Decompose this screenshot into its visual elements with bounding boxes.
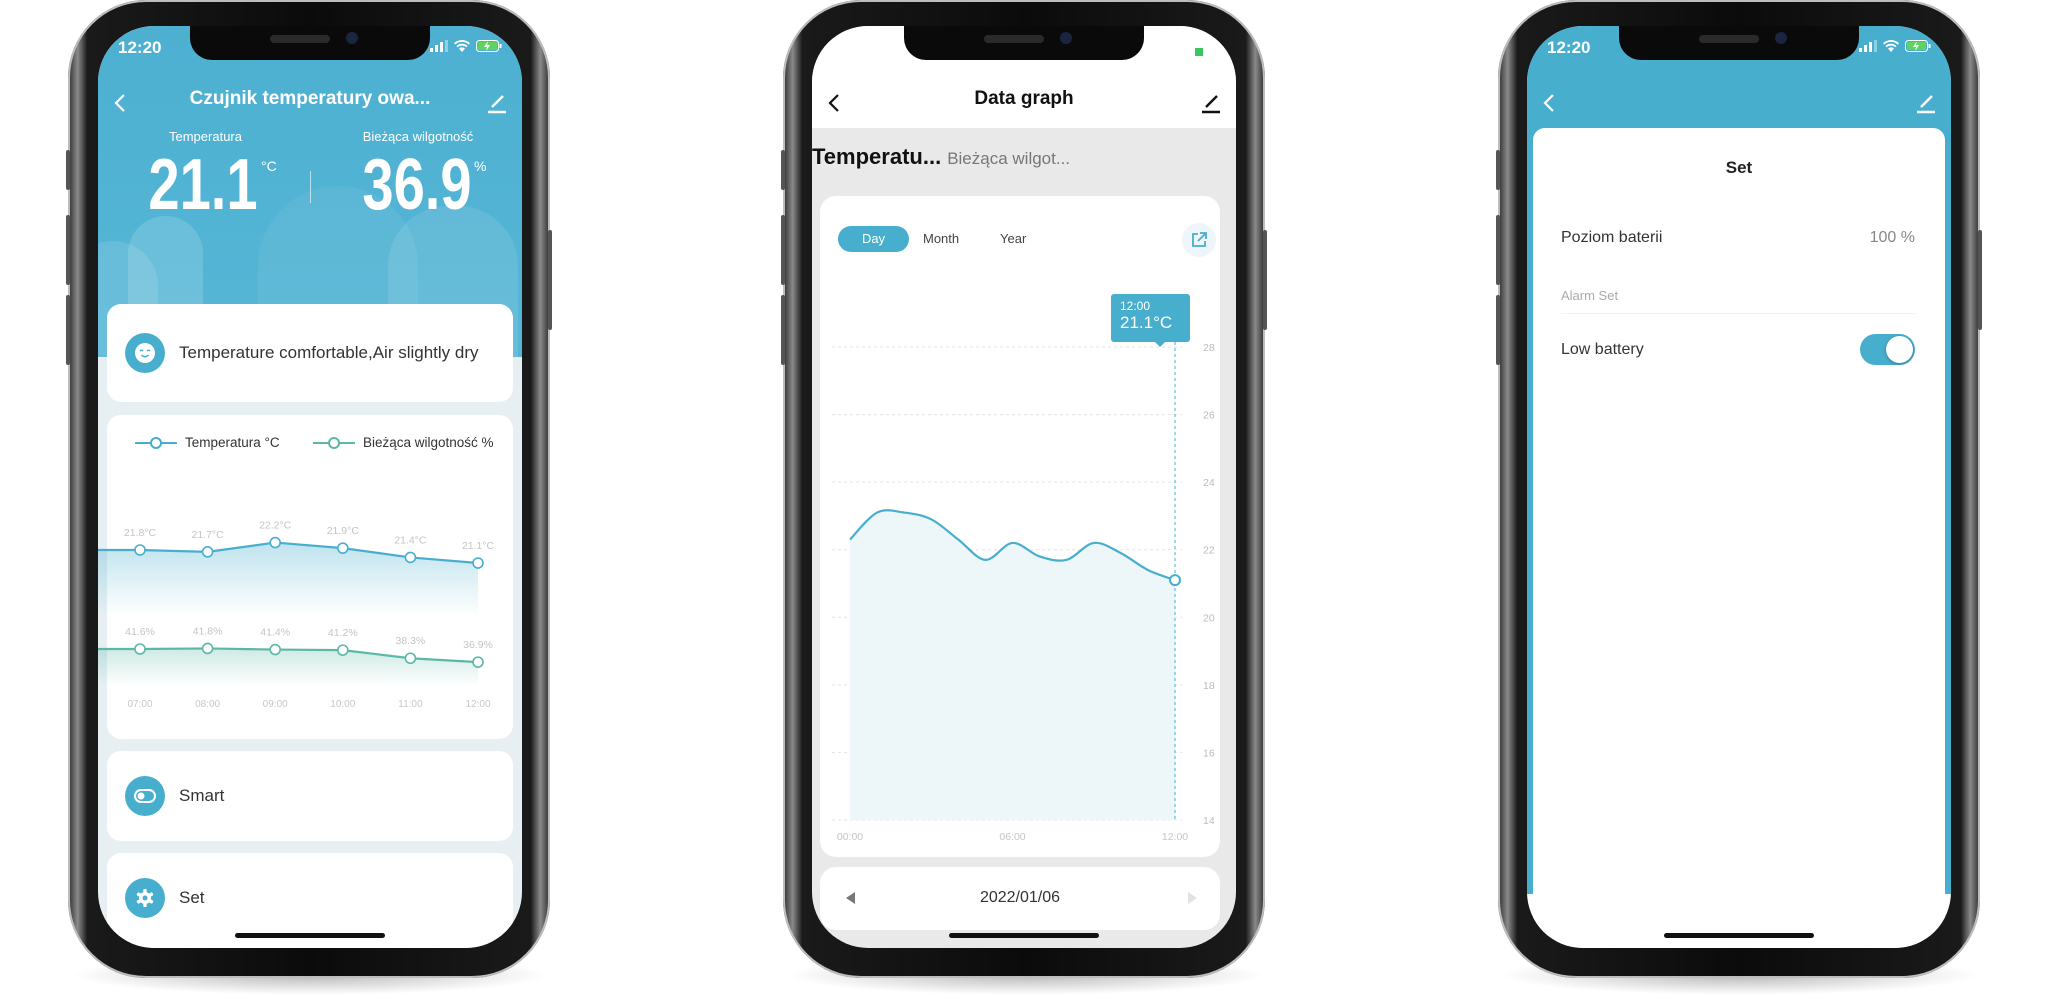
humidity-data-label: 41.8%	[193, 625, 223, 637]
alarm-section-label: Alarm Set	[1561, 288, 1619, 303]
x-tick-label: 12:00	[1162, 831, 1188, 843]
date-navigator: 2022/01/06	[820, 867, 1220, 930]
humidity-point	[134, 643, 146, 655]
y-tick-label: 14	[1203, 815, 1215, 827]
settings-title: Set	[1725, 158, 1753, 177]
humidity-point	[269, 643, 281, 656]
temperature-point	[134, 544, 146, 556]
status-time: 12:20	[118, 38, 162, 57]
temperature-point	[201, 546, 214, 558]
humidity-point	[337, 644, 349, 656]
y-tick-label: 16	[1203, 747, 1215, 759]
signal-icon	[1859, 40, 1877, 52]
temperature-data-label: 21.8°C	[124, 527, 157, 539]
tooltip: 12:00 21.1°C	[1111, 294, 1190, 347]
history-chart: 21.8°C 21.7°C 22.2°C 21.9°C 21.4°C 21.1°C 41.6…	[98, 520, 495, 710]
temperature-data-label: 21.9°C	[327, 525, 360, 537]
x-tick-label: 08:00	[195, 699, 220, 710]
x-tick-label: 06:00	[999, 831, 1025, 843]
x-tick-label: 12:00	[465, 699, 490, 710]
temperature-point	[337, 542, 349, 554]
humidity-data-label: 41.2%	[328, 627, 358, 639]
temperature-point	[404, 551, 417, 564]
y-tick-label: 20	[1203, 612, 1215, 624]
y-tick-label: 22	[1203, 545, 1215, 557]
y-tick-label: 28	[1203, 342, 1215, 354]
menu-smart[interactable]: Smart	[107, 751, 513, 841]
home-indicator	[949, 933, 1099, 938]
humidity-data-label: 38.3%	[396, 635, 426, 647]
wifi-icon	[1883, 40, 1899, 52]
temperature-point	[472, 557, 484, 569]
humidity-point	[472, 656, 484, 668]
gear-icon	[125, 878, 165, 918]
x-tick-label: 11:00	[398, 699, 423, 710]
battery-level-row: Poziom baterii 100 %	[1561, 229, 1915, 247]
home-indicator	[1664, 933, 1814, 938]
temperature-point	[269, 536, 281, 549]
tooltip-value: 21.1°C	[1120, 313, 1173, 332]
tooltip-time: 12:00	[1120, 299, 1151, 313]
temperature-data-label: 21.4°C	[394, 534, 427, 546]
y-tick-label: 26	[1203, 410, 1215, 422]
humidity-data-label: 41.4%	[260, 627, 290, 639]
battery-charging-icon	[476, 40, 502, 52]
back-icon[interactable]	[1537, 90, 1563, 116]
low-battery-toggle[interactable]	[1860, 334, 1915, 365]
humidity-point	[201, 642, 214, 655]
menu-set-label: Set	[179, 888, 205, 907]
battery-level-label: Poziom baterii	[1561, 229, 1663, 246]
toggle-icon	[125, 776, 165, 816]
graph-screen: Data graph Temperatu... Bieżąca wilgot..…	[812, 26, 1236, 948]
current-date: 2022/01/06	[979, 889, 1061, 906]
status-icons	[430, 40, 502, 52]
battery-level-value: 100 %	[1869, 229, 1915, 246]
battery-charging-icon	[1905, 40, 1931, 52]
selected-point	[1169, 574, 1181, 587]
x-tick-label: 00:00	[837, 831, 863, 843]
x-tick-label: 10:00	[330, 699, 355, 710]
humidity-data-label: 41.6%	[125, 626, 155, 638]
device-screen: 12:20 Czujnik temperatury owa... Tempera…	[98, 26, 522, 948]
settings-screen: 12:20 Set Poziom baterii 100 % Alarm Set…	[1527, 26, 1951, 948]
temperature-day-chart[interactable]: 28 26 24 22 20 18 16 14 00:00 06:00 12:00	[812, 26, 1236, 866]
next-day-icon[interactable]	[1188, 892, 1197, 904]
temperature-data-label: 21.7°C	[191, 529, 224, 541]
y-tick-label: 24	[1203, 477, 1215, 489]
settings-card: Set Poziom baterii 100 % Alarm Set Low b…	[1533, 128, 1945, 948]
y-tick-label: 18	[1203, 680, 1215, 692]
menu-smart-label: Smart	[179, 786, 225, 805]
temperature-data-label: 21.1°C	[462, 540, 495, 552]
edit-icon[interactable]	[1913, 90, 1939, 116]
status-time: 12:20	[1547, 38, 1591, 57]
humidity-point	[404, 652, 417, 665]
temperature-data-label: 22.2°C	[259, 520, 292, 532]
signal-icon	[430, 40, 448, 52]
x-tick-label: 09:00	[263, 699, 288, 710]
temperature-area	[98, 542, 478, 616]
home-indicator	[235, 933, 385, 938]
low-battery-label: Low battery	[1561, 341, 1644, 358]
humidity-area	[98, 648, 478, 686]
humidity-data-label: 36.9%	[463, 639, 493, 651]
status-icons	[1859, 40, 1931, 52]
x-tick-label: 07:00	[127, 699, 152, 710]
wifi-icon	[454, 40, 470, 52]
